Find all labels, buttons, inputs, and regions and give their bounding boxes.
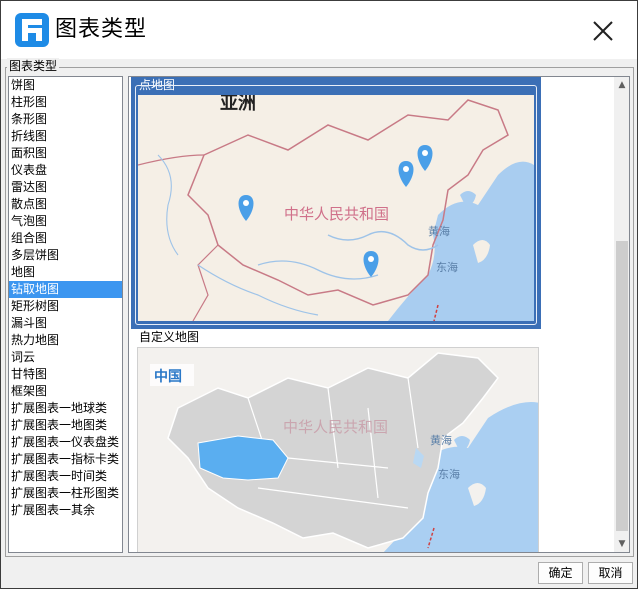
chart-preview-panel: 点地图 亚洲 中华人民共和国 黄海 东海 自定义地图 中国 中华人民共和国 黄海…: [128, 76, 630, 553]
chart-type-item[interactable]: 柱形图: [9, 94, 122, 111]
chart-type-item[interactable]: 漏斗图: [9, 315, 122, 332]
chart-type-item[interactable]: 热力地图: [9, 332, 122, 349]
chart-type-item[interactable]: 仪表盘: [9, 162, 122, 179]
chart-type-item[interactable]: 面积图: [9, 145, 122, 162]
preview-scrollbar[interactable]: ▲ ▼: [614, 77, 629, 552]
chart-type-item[interactable]: 雷达图: [9, 179, 122, 196]
chart-type-item[interactable]: 词云: [9, 349, 122, 366]
chart-type-item[interactable]: 气泡图: [9, 213, 122, 230]
chart-type-item[interactable]: 扩展图表一地图类: [9, 417, 122, 434]
chart-type-item[interactable]: 扩展图表一时间类: [9, 468, 122, 485]
chart-type-item[interactable]: 扩展图表一其余: [9, 502, 122, 519]
chart-type-item[interactable]: 甘特图: [9, 366, 122, 383]
chart-type-item[interactable]: 组合图: [9, 230, 122, 247]
preview-custom-map[interactable]: 自定义地图 中国 中华人民共和国 黄海 东海: [131, 329, 541, 552]
scroll-thumb[interactable]: [616, 241, 628, 531]
sea-label-yellow: 黄海: [430, 433, 452, 447]
country-label: 中华人民共和国: [284, 205, 389, 223]
chart-type-item[interactable]: 矩形树图: [9, 298, 122, 315]
chart-type-item[interactable]: 饼图: [9, 77, 122, 94]
chart-type-item[interactable]: 钻取地图: [9, 281, 122, 298]
preview-point-map[interactable]: 点地图 亚洲 中华人民共和国 黄海 东海: [131, 77, 541, 329]
ok-button[interactable]: 确定: [538, 562, 583, 584]
chart-type-item[interactable]: 扩展图表一仪表盘类: [9, 434, 122, 451]
chart-type-item[interactable]: 扩展图表一柱形图类: [9, 485, 122, 502]
preview-label: 自定义地图: [139, 330, 200, 344]
chart-type-item[interactable]: 框架图: [9, 383, 122, 400]
group-label: 图表类型: [7, 58, 60, 74]
sea-label-east: 东海: [438, 467, 460, 481]
country-label: 中华人民共和国: [283, 418, 388, 436]
chart-type-item[interactable]: 扩展图表一地球类: [9, 400, 122, 417]
close-icon[interactable]: [585, 13, 621, 49]
title-bar: 图表类型: [1, 1, 637, 59]
continent-label: 亚洲: [220, 95, 256, 114]
app-logo-icon: [15, 13, 49, 47]
chart-type-item[interactable]: 折线图: [9, 128, 122, 145]
chart-type-dialog: 图表类型 图表类型 饼图 柱形图 条形图 折线图 面积图 仪表盘 雷达图 散点图 气泡图 组合图多…: [0, 0, 638, 589]
custom-map-thumbnail: 中国 中华人民共和国 黄海 东海: [137, 347, 539, 552]
sea-label-east: 东海: [436, 260, 458, 274]
chart-type-item[interactable]: 扩展图表一指标卡类: [9, 451, 122, 468]
chart-type-item[interactable]: 地图: [9, 264, 122, 281]
scroll-down-icon[interactable]: ▼: [614, 536, 629, 552]
dialog-title: 图表类型: [55, 17, 148, 42]
chart-type-item[interactable]: 散点图: [9, 196, 122, 213]
scroll-up-icon[interactable]: ▲: [614, 77, 629, 93]
sea-label-yellow: 黄海: [428, 224, 450, 238]
chart-type-item[interactable]: 条形图: [9, 111, 122, 128]
chart-type-item[interactable]: 多层饼图: [9, 247, 122, 264]
region-label: 中国: [154, 368, 182, 385]
point-map-thumbnail: 亚洲 中华人民共和国 黄海 东海: [138, 95, 534, 321]
chart-type-list[interactable]: 饼图 柱形图 条形图 折线图 面积图 仪表盘 雷达图 散点图 气泡图 组合图 多层饼图 地图 钻取地图矩…: [8, 76, 123, 553]
cancel-button[interactable]: 取消: [588, 562, 633, 584]
